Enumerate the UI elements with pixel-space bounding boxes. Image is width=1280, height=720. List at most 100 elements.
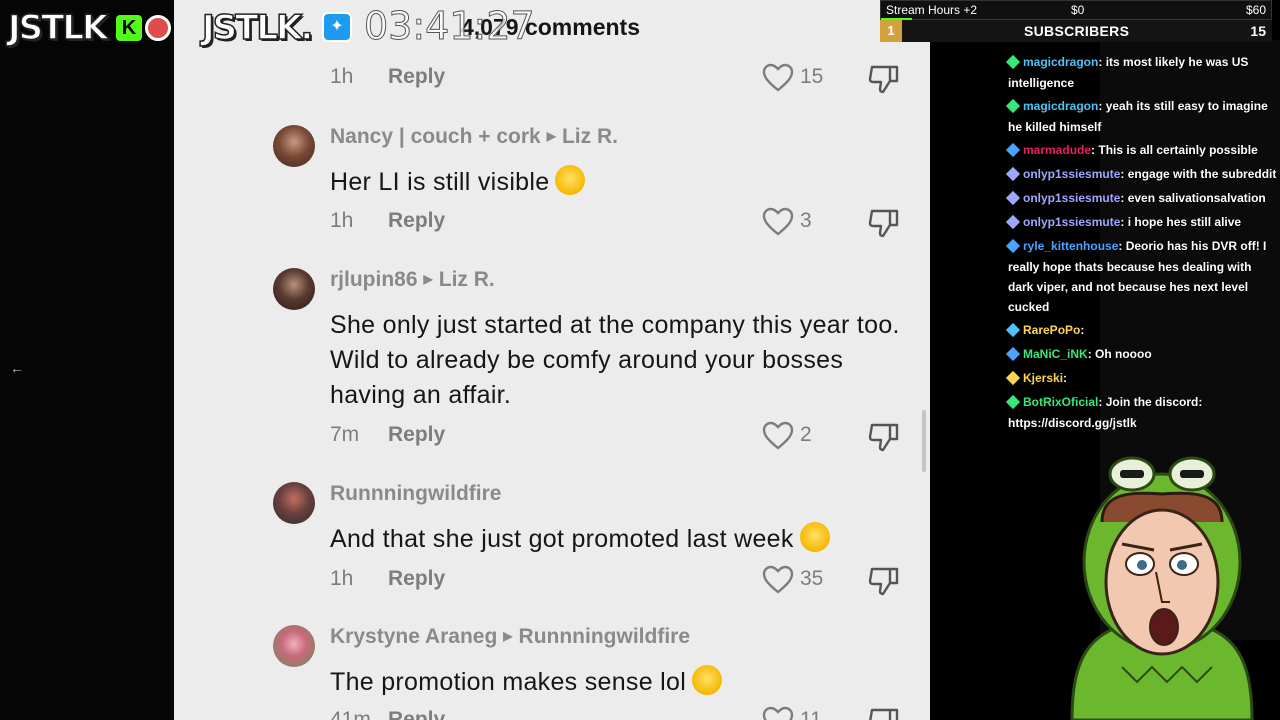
chat-message: onlyp1ssiesmute: i hope hes still alive [1005,212,1278,233]
subscribers-bar: 1 SUBSCRIBERS 15 [880,20,1272,42]
comment-time: 7m [330,423,360,446]
chat-message: magicdragon: yeah its still easy to imag… [1005,96,1278,137]
comment-reply-to[interactable]: Runnningwildfire [519,625,690,648]
stream-clock: 03:41:27 [364,4,536,49]
like-count: 35 [800,567,824,590]
comment-time: 1h [330,65,354,88]
chat-username[interactable]: onlyp1ssiesmute [1023,215,1120,229]
heart-icon[interactable] [762,421,794,451]
thumbs-down-icon[interactable] [868,565,900,597]
heart-icon[interactable] [762,207,794,237]
streamer-avatar [1070,456,1254,720]
thumbs-down-icon[interactable] [868,421,900,453]
goal-max: $60 [1245,3,1266,17]
avatar[interactable] [273,625,315,667]
comment-text: And that she just got promoted last week [330,525,794,553]
reply-button[interactable]: Reply [388,708,445,720]
chat-username[interactable]: RarePoPo [1023,323,1080,337]
chat-text: : even salivationsalvation [1120,191,1266,205]
chat-message: RarePoPo: [1005,320,1278,341]
like-count: 11 [800,708,822,720]
chat-username[interactable]: onlyp1ssiesmute [1023,167,1120,181]
thumbs-down-icon[interactable] [868,63,900,95]
comment-text: The promotion makes sense lol [330,668,687,696]
chat-message: marmadude: This is all certainly possibl… [1005,140,1278,161]
chat-username[interactable]: MaNiC_iNK [1023,347,1088,361]
chat-username[interactable]: magicdragon [1023,55,1098,69]
stream-goal-bar: Stream Hours +2 $0 $60 [880,0,1272,20]
chat-text: : Oh noooo [1087,347,1152,361]
chat-username[interactable]: magicdragon [1023,99,1098,113]
reply-button[interactable]: Reply [388,65,445,89]
reply-arrow-icon: ▶ [546,129,556,143]
back-arrow-icon[interactable]: ← [10,360,24,376]
chat-text: : This is all certainly possible [1091,143,1258,157]
comment-author-line: Runnningwildfire [330,482,501,506]
comment-author[interactable]: Krystyne Araneg [330,625,497,648]
avatar[interactable] [273,125,315,167]
like-count: 2 [800,423,812,446]
chat-badge-icon [1005,345,1021,365]
comment-actions-row: 1h Reply 35 [330,565,910,597]
comment-text-wrap: Her LI is still visible [330,165,910,200]
chat-username[interactable]: BotRixOficial [1023,395,1098,409]
comment-time: 1h [330,567,354,590]
thumbs-down-icon[interactable] [868,207,900,239]
comment-text: She only just started at the company thi… [330,311,900,409]
chat-message: onlyp1ssiesmute: even salivationsalvatio… [1005,188,1278,209]
chat-badge-icon [1005,369,1021,389]
subs-label: SUBSCRIBERS [1024,23,1130,39]
heart-icon[interactable] [762,706,794,720]
chat-username[interactable]: marmadude [1023,143,1091,157]
heart-icon[interactable] [762,565,794,595]
comment-actions-row: 7m Reply 2 [330,421,910,453]
sweat-smile-emoji-icon [555,165,586,195]
comment-time: 41m [330,708,371,720]
comment-author[interactable]: rjlupin86 [330,268,418,291]
comment-author[interactable]: Nancy | couch + cork [330,125,541,148]
chat-feed: magicdragon: its most likely he was US i… [1005,52,1278,436]
chat-badge-icon [1005,237,1021,257]
chat-badge-icon [1005,393,1021,413]
comment-author-line: Krystyne Araneg ▶ Runnningwildfire [330,625,690,649]
comment-reply-to[interactable]: Liz R. [562,125,618,148]
goal-min: $0 [1071,3,1085,17]
chat-username[interactable]: Kjerski [1023,371,1063,385]
comment-author-line: rjlupin86 ▶ Liz R. [330,268,495,292]
comment-author[interactable]: Runnningwildfire [330,482,501,505]
chat-text: : [1063,371,1068,385]
comments-scrollbar[interactable] [922,410,926,472]
chat-message: ryle_kittenhouse: Deorio has his DVR off… [1005,236,1278,317]
comment-reply-to[interactable]: Liz R. [439,268,495,291]
comment-author-line: Nancy | couch + cork ▶ Liz R. [330,125,618,149]
chat-username[interactable]: ryle_kittenhouse [1023,239,1118,253]
reply-button[interactable]: Reply [388,567,445,591]
thumbs-down-icon[interactable] [868,706,900,720]
reply-button[interactable]: Reply [388,423,445,447]
kick-icon: K [116,15,142,41]
stream-frame: ← 4,079 comments 1h Reply 15 Nancy | cou… [0,0,1280,720]
chat-text: : engage with the subreddit [1120,167,1277,181]
chat-message: onlyp1ssiesmute: engage with the subredd… [1005,164,1278,185]
heart-icon[interactable] [762,63,794,93]
comment-text-wrap: The promotion makes sense lol [330,665,910,700]
comment-actions-row: 41m Reply 11 [330,706,910,720]
comment-actions-row: 1h Reply 3 [330,207,910,239]
hand-over-mouth-emoji-icon [799,522,830,552]
chat-badge-icon [1005,321,1021,341]
twitter-icon: ✦ [322,12,352,42]
subs-count: 15 [1250,23,1266,39]
avatar[interactable] [273,482,315,524]
chat-badge-icon [1005,189,1021,209]
comment-time: 1h [330,209,354,232]
chat-badge-icon [1005,213,1021,233]
channel-logo: JSTLK [7,7,109,49]
avatar[interactable] [273,268,315,310]
channel-logo-secondary: JSTLK. [201,7,314,49]
reply-arrow-icon: ▶ [423,272,433,286]
subs-rank-badge: 1 [880,20,902,42]
reply-button[interactable]: Reply [388,209,445,233]
comment-text: Her LI is still visible [330,168,550,196]
chat-text: : i hope hes still alive [1120,215,1242,229]
chat-username[interactable]: onlyp1ssiesmute [1023,191,1120,205]
